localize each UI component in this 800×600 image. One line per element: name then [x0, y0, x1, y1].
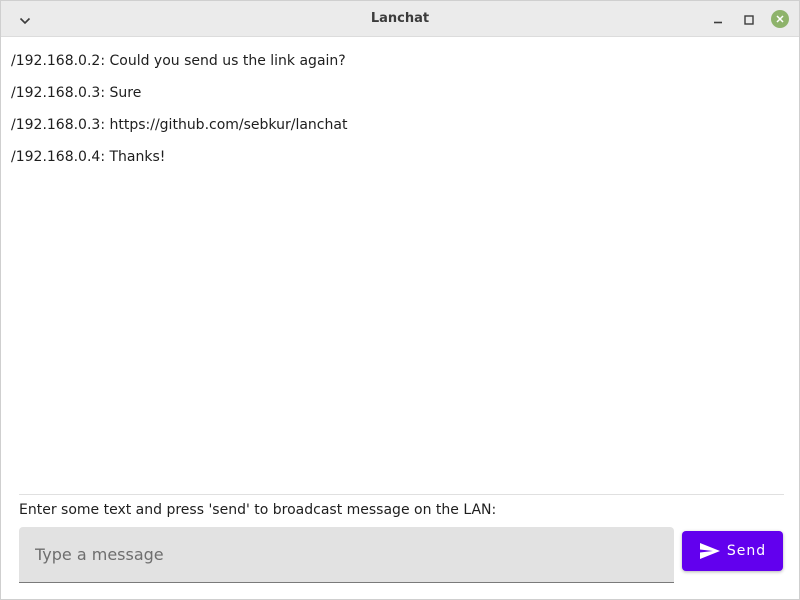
send-icon — [699, 542, 721, 560]
composer-divider — [19, 494, 784, 495]
title-bar[interactable]: Lanchat — [1, 1, 799, 37]
minimize-button[interactable] — [709, 10, 727, 28]
maximize-button[interactable] — [740, 10, 758, 28]
message-input[interactable] — [19, 527, 674, 582]
window-title: Lanchat — [370, 11, 430, 26]
message-item: /192.168.0.2: Could you send us the link… — [11, 53, 346, 69]
maximize-icon — [744, 10, 754, 29]
send-button[interactable]: Send — [682, 531, 783, 571]
app-window: Lanchat /192.168.0.2: Could you send us … — [0, 0, 800, 600]
close-icon — [771, 10, 789, 28]
send-button-label: Send — [726, 543, 767, 559]
message-input-field[interactable] — [19, 527, 674, 583]
message-item: /192.168.0.3: https://github.com/sebkur/… — [11, 117, 348, 133]
composer-prompt: Enter some text and press 'send' to broa… — [19, 502, 497, 518]
message-list: /192.168.0.2: Could you send us the link… — [11, 51, 791, 179]
close-button[interactable] — [771, 10, 789, 28]
minimize-icon — [713, 10, 723, 29]
message-item: /192.168.0.4: Thanks! — [11, 149, 166, 165]
message-item: /192.168.0.3: Sure — [11, 85, 142, 101]
